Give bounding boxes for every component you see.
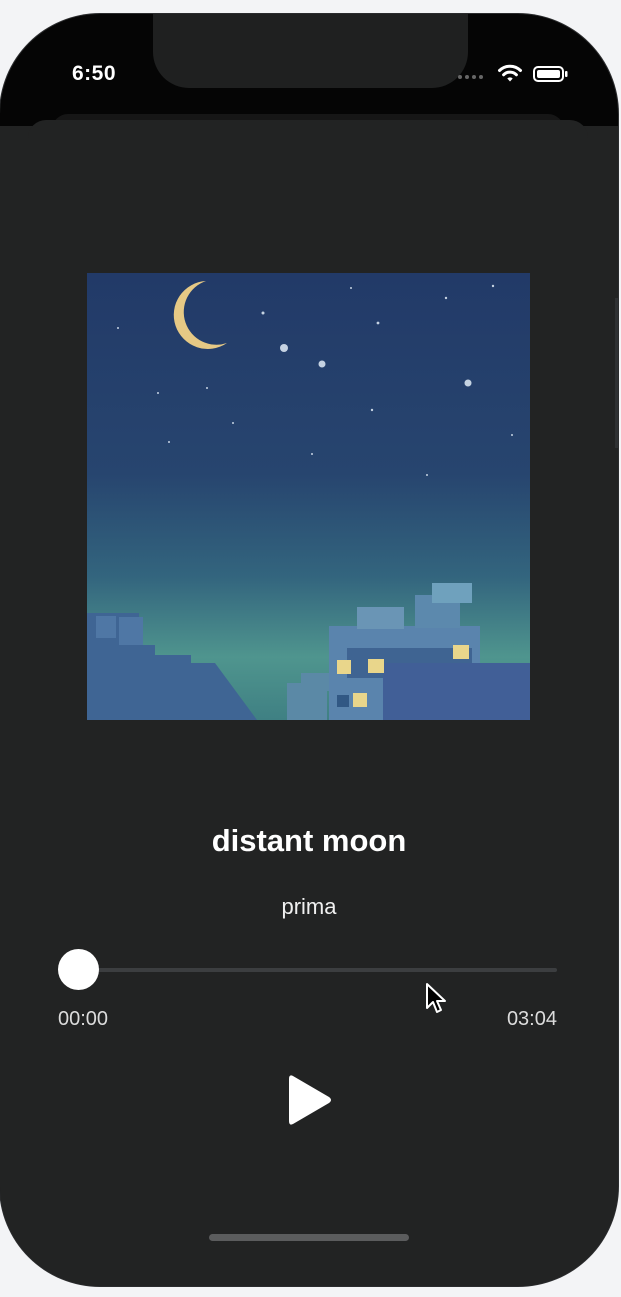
mouse-cursor-icon: [426, 983, 446, 1013]
elapsed-time: 00:00: [58, 1008, 109, 1030]
home-indicator[interactable]: [209, 1234, 409, 1241]
screen: 6:50 distant moon prima 00:00 03:04: [0, 14, 618, 1286]
play-icon: [289, 1075, 331, 1125]
status-icons: [457, 64, 568, 84]
cellular-icon: [458, 75, 483, 79]
battery-icon: [533, 66, 568, 82]
play-button[interactable]: [279, 1070, 339, 1130]
status-time: 6:50: [72, 62, 117, 85]
phone-frame: 6:50 distant moon prima 00:00 03:04: [0, 14, 618, 1286]
status-bar: 6:50: [0, 14, 618, 126]
wifi-icon: [498, 64, 522, 82]
album-artwork: [87, 273, 530, 720]
side-button: [615, 298, 618, 448]
song-title: distant moon: [211, 823, 407, 858]
total-time: 03:04: [506, 1008, 557, 1030]
notch: [153, 14, 468, 88]
progress-slider-thumb[interactable]: [58, 949, 99, 990]
progress-slider-track[interactable]: [78, 968, 557, 972]
artist-name: prima: [281, 894, 337, 919]
